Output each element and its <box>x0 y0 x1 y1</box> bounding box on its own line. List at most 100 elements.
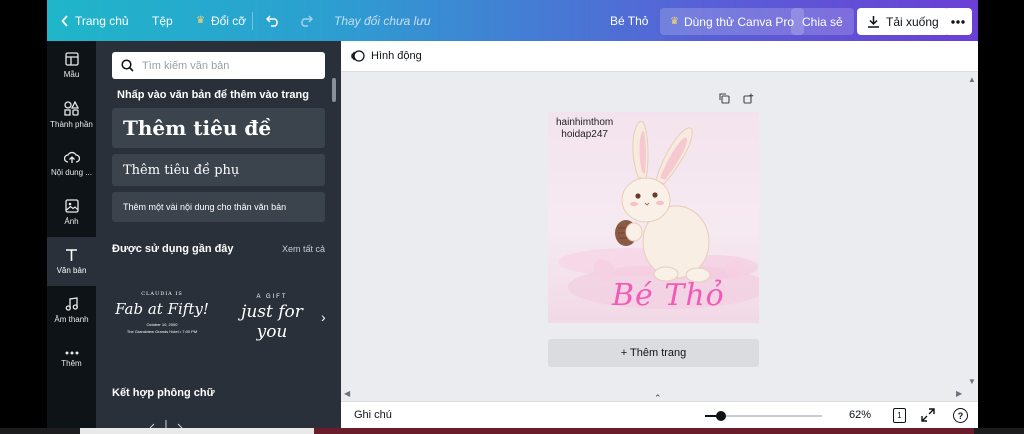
panel-instruction: Nhấp vào văn bản để thêm vào trang <box>117 89 309 101</box>
panel-scrollbar[interactable] <box>332 78 336 102</box>
font-combo-title: Kết hợp phông chữ <box>112 387 215 399</box>
download-button[interactable]: Tải xuống <box>857 8 949 35</box>
recent-1-line1: CLAUDIA IS <box>141 291 183 297</box>
music-icon <box>65 297 78 311</box>
nav-more[interactable]: Thêm <box>47 335 96 384</box>
download-label: Tải xuống <box>886 14 939 29</box>
recent-2-line2: just for you <box>241 302 303 342</box>
recent-text-template-2[interactable]: A GIFT just for you <box>227 286 317 346</box>
add-page-button[interactable]: + Thêm trang <box>548 339 759 367</box>
animate-button[interactable]: Hình động <box>351 49 422 63</box>
add-heading-button[interactable]: Thêm tiêu đề <box>112 108 325 148</box>
home-label: Trang chủ <box>75 13 129 28</box>
notes-button[interactable]: Ghi chú <box>354 409 392 421</box>
nav-more-label: Thêm <box>61 359 82 368</box>
font-combo-section-header: Kết hợp phông chữ <box>112 387 325 399</box>
nav-audio-label: Âm thanh <box>54 315 89 324</box>
watermark-line-1: hainhimthom <box>556 117 614 128</box>
zoom-slider[interactable] <box>710 411 822 421</box>
see-all-link[interactable]: Xem tất cả <box>282 244 325 254</box>
top-bar: Trang chủ Tệp ♛ Đổi cỡ Thay đổi chưa lưu… <box>47 0 978 41</box>
chevron-left-icon <box>61 14 68 27</box>
text-search-box[interactable] <box>112 52 325 79</box>
zoom-slider-handle[interactable] <box>716 411 726 421</box>
nav-templates-label: Mẫu <box>63 70 80 79</box>
add-page-icon[interactable] <box>743 93 754 104</box>
nav-uploads[interactable]: Nội dung ... <box>47 139 96 188</box>
nav-text[interactable]: Văn bản <box>47 237 96 286</box>
home-button[interactable]: Trang chủ <box>61 0 129 41</box>
nav-audio[interactable]: Âm thanh <box>47 286 96 335</box>
scroll-up-icon[interactable]: ▲ <box>968 75 976 84</box>
redo-button[interactable] <box>298 0 313 41</box>
recent-2-line1: A GIFT <box>256 294 288 300</box>
zoom-value[interactable]: 62% <box>849 409 871 421</box>
undo-icon <box>266 14 278 27</box>
font-combo-preview-icon <box>149 420 183 428</box>
taskbar-segment-red <box>314 428 974 434</box>
more-icon <box>65 351 78 355</box>
resize-label: Đổi cỡ <box>210 13 247 28</box>
nav-text-label: Văn bản <box>56 266 87 275</box>
watermark-line-2: hoidap247 <box>561 129 608 140</box>
more-options-button[interactable] <box>944 8 972 35</box>
download-icon <box>868 16 879 28</box>
share-label: Chia sẻ <box>802 14 843 29</box>
animate-label: Hình động <box>371 50 422 62</box>
undo-button[interactable] <box>266 0 281 41</box>
carousel-next-icon[interactable]: › <box>321 309 326 325</box>
recent-section-header: Được sử dụng gần đây Xem tất cả <box>112 243 325 255</box>
design-name[interactable]: Bé Thỏ <box>610 0 648 41</box>
recent-1-line2: Fab at Fifty! <box>115 300 209 318</box>
scroll-down-icon[interactable]: ▼ <box>968 377 976 386</box>
design-title-text[interactable]: Bé Thỏ <box>612 278 725 313</box>
scroll-left-icon[interactable]: ◀ <box>344 389 350 398</box>
topbar-divider <box>252 12 253 30</box>
text-search-input[interactable] <box>142 59 312 72</box>
recent-1-line4: The Grandview Grands Hotel • 7:00 PM <box>126 329 198 334</box>
design-canvas[interactable]: hainhimthom hoidap247 Bé Thỏ <box>548 112 759 323</box>
save-status: Thay đổi chưa lưu <box>334 13 431 28</box>
recent-1-line3: October 10, 2000 <box>146 322 178 327</box>
editor-area: Hình động ▲ hainhimthom hoidap247 Bé Thỏ… <box>341 41 978 428</box>
design-watermark: hainhimthom hoidap247 <box>556 117 613 141</box>
nav-uploads-label: Nội dung ... <box>51 167 92 177</box>
upload-icon <box>63 151 80 163</box>
nav-photos[interactable]: Ảnh <box>47 188 96 237</box>
page-count-button[interactable]: 1 <box>893 408 906 423</box>
scroll-right-icon[interactable]: ▶ <box>956 389 962 398</box>
try-pro-button[interactable]: ♛ Dùng thử Canva Pro <box>660 8 805 35</box>
template-icon <box>64 52 79 66</box>
file-menu[interactable]: Tệp <box>152 0 173 41</box>
more-dots-icon <box>951 19 965 24</box>
try-pro-label: Dùng thử Canva Pro <box>683 14 795 29</box>
elements-icon <box>64 100 79 116</box>
fullscreen-icon[interactable] <box>921 408 935 422</box>
photo-icon <box>64 199 79 213</box>
recent-title: Được sử dụng gần đây <box>112 243 234 255</box>
add-body-text-button[interactable]: Thêm một vài nội dung cho thân văn bản <box>112 192 325 222</box>
add-subheading-button[interactable]: Thêm tiêu đề phụ <box>112 154 325 186</box>
search-icon <box>121 59 134 72</box>
duplicate-page-icon[interactable] <box>719 93 730 104</box>
text-panel: Nhấp vào văn bản để thêm vào trang Thêm … <box>96 41 341 428</box>
redo-icon <box>301 14 313 27</box>
page-tools <box>719 93 754 104</box>
text-icon <box>66 249 77 261</box>
screen: Trang chủ Tệp ♛ Đổi cỡ Thay đổi chưa lưu… <box>0 0 1024 434</box>
nav-photos-label: Ảnh <box>64 217 79 226</box>
file-label: Tệp <box>152 13 173 28</box>
side-navigation: Mẫu Thành phần Nội dung ... Ảnh Văn bản … <box>47 41 96 428</box>
editor-footer: Ghi chú 62% 1 ? <box>341 401 978 428</box>
resize-button[interactable]: ♛ Đổi cỡ <box>196 0 246 41</box>
taskbar-segment-light <box>80 428 314 434</box>
nav-elements[interactable]: Thành phần <box>47 90 96 139</box>
nav-elements-label: Thành phần <box>50 119 93 129</box>
share-button[interactable]: Chia sẻ <box>791 8 854 35</box>
recent-text-template-1[interactable]: CLAUDIA IS Fab at Fifty! October 10, 200… <box>112 279 212 349</box>
help-icon[interactable]: ? <box>953 408 968 423</box>
editor-toolbar: Hình động <box>341 41 978 72</box>
nav-templates[interactable]: Mẫu <box>47 41 96 90</box>
crown-icon: ♛ <box>670 16 679 27</box>
canva-editor-app: Trang chủ Tệp ♛ Đổi cỡ Thay đổi chưa lưu… <box>47 0 978 428</box>
